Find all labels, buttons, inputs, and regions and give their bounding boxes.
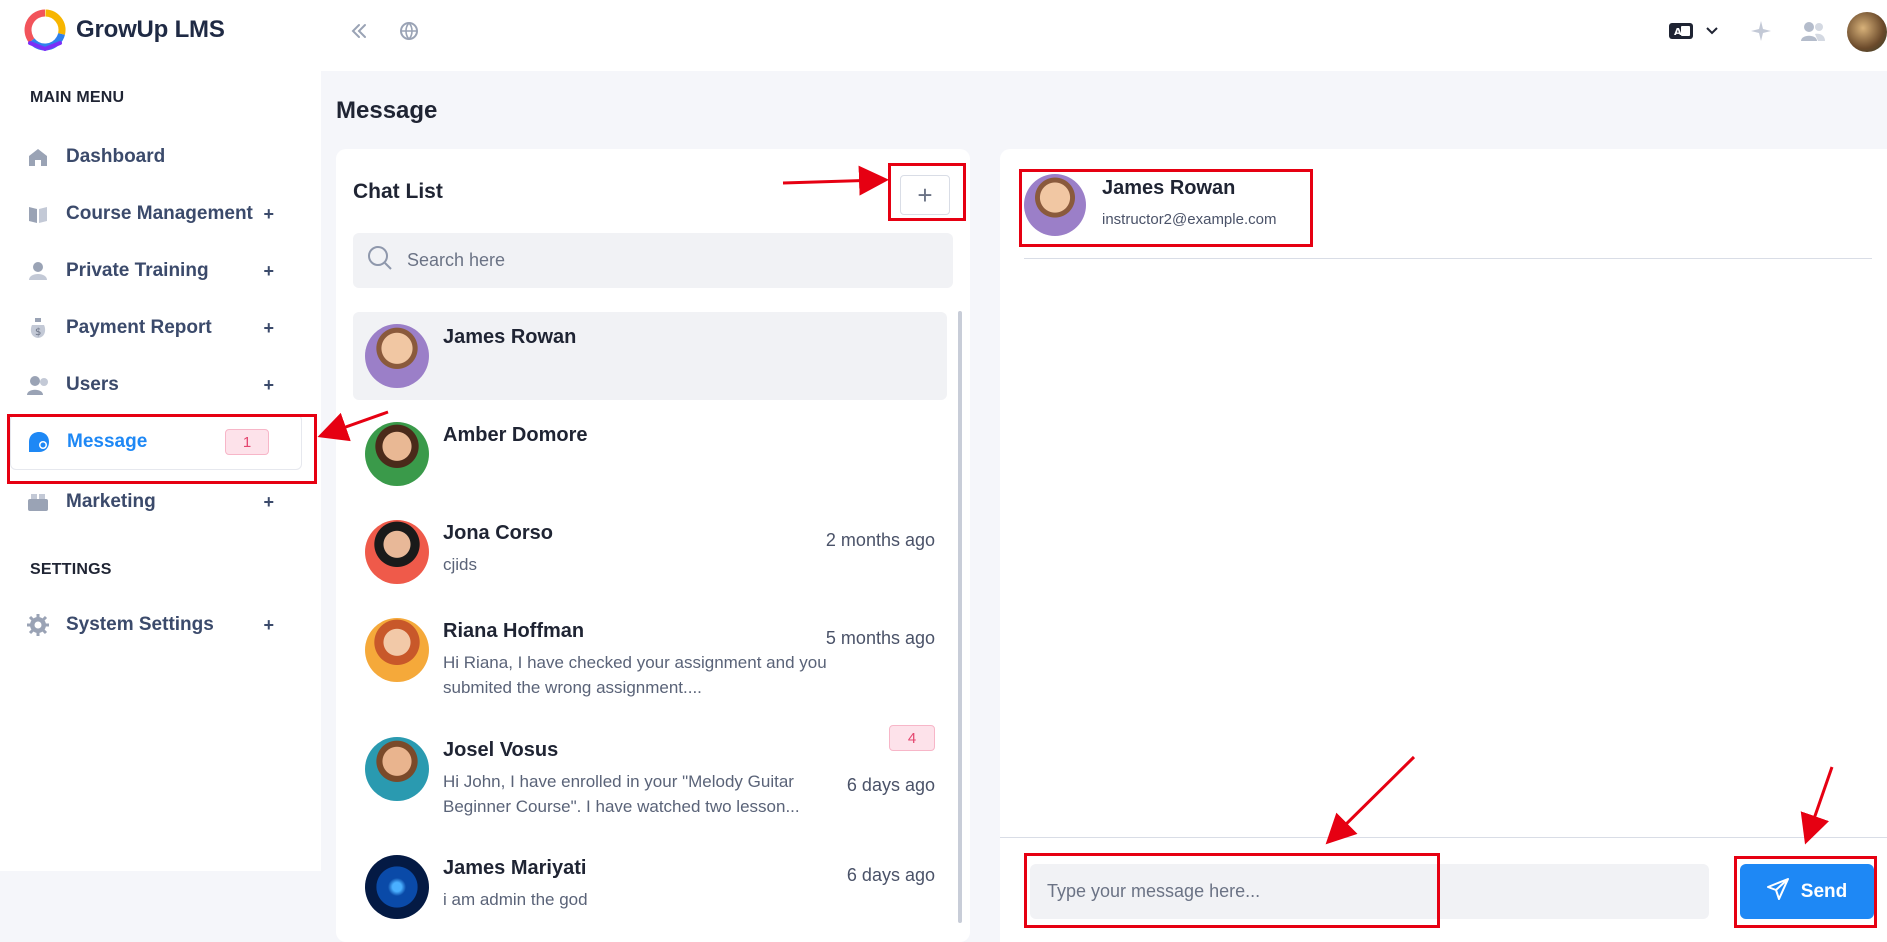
sparkle-icon[interactable] [1746,16,1776,46]
chat-name: James Mariyati [443,857,587,879]
chat-time: 6 days ago [846,865,935,885]
collapse-icon[interactable] [344,16,374,46]
person-icon [26,259,50,283]
sidebar-item-marketing[interactable]: Marketing + [10,474,302,530]
megaphone-icon [26,490,50,514]
main-menu-heading: MAIN MENU [30,89,125,106]
chat-name: James Rowan [443,326,577,348]
chat-item-james-rowan[interactable]: James Rowan [353,312,947,400]
page-title: Message [336,97,438,124]
money-bag-icon: $ [26,316,50,340]
conversation-name: James Rowan [1102,177,1236,199]
chat-item-riana-hoffman[interactable]: Riana Hoffman Hi Riana, I have checked y… [353,606,947,706]
send-button[interactable]: Send [1740,864,1874,919]
message-input[interactable] [1030,864,1709,919]
expand-icon[interactable]: + [263,318,274,339]
new-chat-button[interactable]: + [900,175,950,215]
sidebar-item-users[interactable]: Users + [10,357,302,413]
sidebar-item-message[interactable]: Message 1 [10,414,302,470]
gear-icon [26,613,50,637]
sidebar-item-label: Course Management [66,203,253,224]
divider [1000,837,1887,838]
user-avatar[interactable] [1847,12,1887,52]
expand-icon[interactable]: + [263,492,274,513]
expand-icon[interactable]: + [263,615,274,636]
unread-badge: 1 [225,429,269,455]
chevron-down-icon[interactable] [1700,16,1724,46]
chat-time: 6 days ago [846,775,935,795]
home-icon [26,145,50,169]
sidebar-item-label: Payment Report [66,317,212,338]
sidebar-item-label: Marketing [66,491,156,512]
avatar [365,422,429,486]
globe-icon[interactable] [394,16,424,46]
chat-icon [27,430,51,454]
sidebar: MAIN MENU Dashboard Course Management + … [0,71,321,871]
avatar [365,855,429,919]
avatar [365,324,429,388]
sidebar-item-label: System Settings [66,614,214,635]
send-icon [1766,877,1789,906]
divider [1024,258,1872,259]
chat-preview: Hi John, I have enrolled in your "Melody… [443,772,800,816]
send-label: Send [1800,880,1848,902]
sidebar-item-label: Dashboard [66,146,166,167]
avatar [365,520,429,584]
unread-badge: 4 [889,725,935,751]
chat-preview: cjids [443,555,478,574]
chat-item-josel-vosus[interactable]: Josel Vosus Hi John, I have enrolled in … [353,725,947,825]
users-icon[interactable] [1798,16,1828,46]
expand-icon[interactable]: + [263,204,274,225]
logo-icon [24,9,66,51]
avatar [1024,174,1086,236]
chat-item-amber-domore[interactable]: Amber Domore [353,410,947,498]
chat-search [353,233,953,288]
top-bar: GrowUp LMS A [0,0,1887,71]
chat-list-scrollbar[interactable] [958,311,962,923]
search-input[interactable] [407,250,927,271]
sidebar-item-system-settings[interactable]: System Settings + [10,597,302,653]
chat-list-title: Chat List [353,180,443,203]
language-icon[interactable]: A [1666,16,1696,46]
users-icon [26,373,50,397]
settings-heading: SETTINGS [30,561,112,578]
chat-list-panel: Chat List + James Rowan Amber Domore Jon… [336,149,970,942]
chat-name: Josel Vosus [443,739,559,761]
sidebar-item-label: Private Training [66,260,209,281]
svg-text:$: $ [35,327,41,338]
avatar [365,737,429,801]
conversation-panel: James Rowan instructor2@example.com Send [1000,149,1887,942]
search-icon [367,245,393,276]
sidebar-item-label: Users [66,374,119,395]
app-logo[interactable]: GrowUp LMS [22,9,225,51]
sidebar-item-payment-report[interactable]: $ Payment Report + [10,300,302,356]
avatar [365,618,429,682]
chat-name: Jona Corso [443,522,554,544]
book-icon [26,202,50,226]
chat-item-james-mariyati[interactable]: James Mariyati i am admin the god 6 days… [353,843,947,931]
conversation-email: instructor2@example.com [1102,211,1277,228]
app-name: GrowUp LMS [76,16,225,43]
chat-preview: Hi Riana, I have checked your assignment… [443,653,827,697]
sidebar-item-private-training[interactable]: Private Training + [10,243,302,299]
chat-name: Amber Domore [443,424,588,446]
expand-icon[interactable]: + [263,375,274,396]
sidebar-item-course-management[interactable]: Course Management + [10,186,302,242]
chat-time: 2 months ago [825,530,935,550]
chat-item-jona-corso[interactable]: Jona Corso cjids 2 months ago [353,508,947,596]
sidebar-item-dashboard[interactable]: Dashboard [10,129,302,185]
chat-preview: i am admin the god [443,890,588,909]
svg-text:A: A [1674,27,1682,38]
chat-name: Riana Hoffman [443,620,585,642]
sidebar-item-label: Message [67,431,148,452]
expand-icon[interactable]: + [263,261,274,282]
chat-time: 5 months ago [825,628,935,648]
